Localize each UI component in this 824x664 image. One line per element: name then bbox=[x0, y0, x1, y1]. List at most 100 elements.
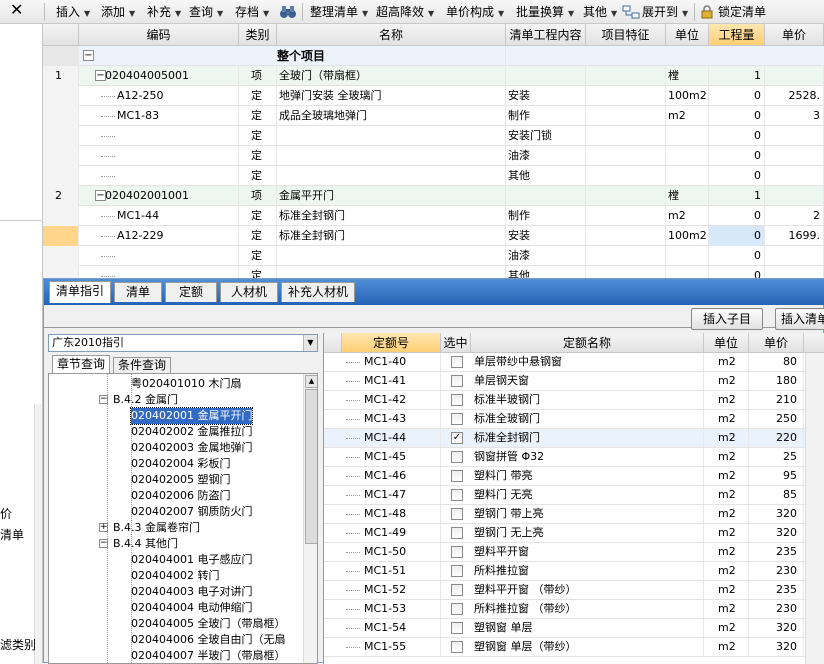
feature-cell[interactable] bbox=[586, 186, 666, 206]
row-number-cell[interactable] bbox=[43, 146, 79, 166]
quota-name-cell[interactable]: 塑钢门 带上亮 bbox=[471, 505, 704, 523]
expand-icon[interactable]: + bbox=[99, 523, 108, 532]
tree-item-node[interactable]: 020402004 彩板门 bbox=[131, 456, 230, 472]
quota-code-cell[interactable]: MC1-44 bbox=[342, 429, 441, 447]
quantity-cell[interactable]: 0 bbox=[709, 106, 765, 126]
table-row[interactable]: 2 020402001001 项金属平开门樘 1− bbox=[43, 186, 824, 206]
quota-unit-cell[interactable]: m2 bbox=[704, 562, 749, 580]
feature-cell[interactable] bbox=[586, 66, 666, 86]
tree-item-node[interactable]: 020402002 金属推拉门 bbox=[131, 424, 252, 440]
price-cell[interactable]: 2528. bbox=[765, 86, 824, 106]
feature-cell[interactable] bbox=[586, 226, 666, 246]
row-number-cell[interactable] bbox=[43, 266, 79, 278]
batch-convert-menu[interactable]: 批量换算 ▼ bbox=[516, 4, 574, 20]
unit-cell[interactable] bbox=[666, 126, 709, 146]
quota-code-cell[interactable]: MC1-55 bbox=[342, 638, 441, 656]
archive-menu[interactable]: 存档 ▼ bbox=[235, 4, 269, 20]
quota-row[interactable]: MC1-48 塑钢门 带上亮 m2 320 bbox=[324, 505, 824, 524]
row-number-cell[interactable] bbox=[43, 206, 79, 226]
quota-code-cell[interactable]: MC1-53 bbox=[342, 600, 441, 618]
table-row[interactable]: 定 安装门锁 0 bbox=[43, 126, 824, 146]
quota-name-cell[interactable]: 单层钢天窗 bbox=[471, 372, 704, 390]
quota-price-cell[interactable]: 235 bbox=[749, 581, 804, 599]
quota-row[interactable]: MC1-55 塑钢窗 单层（带纱） m2 320 bbox=[324, 638, 824, 657]
select-checkbox[interactable] bbox=[451, 413, 463, 425]
tree-item-node[interactable]: 粤020401010 木门扇 bbox=[131, 376, 241, 392]
quota-name-cell[interactable]: 塑料门 带亮 bbox=[471, 467, 704, 485]
quota-unit-cell[interactable]: m2 bbox=[704, 486, 749, 504]
quota-unit-cell[interactable]: m2 bbox=[704, 372, 749, 390]
tree-item-node[interactable]: 020402005 塑钢门 bbox=[131, 472, 230, 488]
select-checkbox[interactable] bbox=[451, 565, 463, 577]
quantity-cell[interactable]: 0 bbox=[709, 86, 765, 106]
tree-item-node[interactable]: 020402007 钢质防火门 bbox=[131, 504, 252, 520]
name-cell[interactable]: 金属平开门 bbox=[277, 186, 506, 206]
price-cell[interactable] bbox=[765, 66, 824, 86]
quota-code-cell[interactable]: MC1-42 bbox=[342, 391, 441, 409]
category-cell[interactable]: 项 bbox=[239, 186, 277, 206]
qgrid-header-price[interactable]: 单价 bbox=[749, 333, 804, 353]
quota-unit-cell[interactable]: m2 bbox=[704, 638, 749, 656]
quota-price-cell[interactable]: 220 bbox=[749, 429, 804, 447]
select-checkbox[interactable] bbox=[451, 508, 463, 520]
tree-scrollbar[interactable]: ▲ bbox=[303, 374, 317, 663]
quota-unit-cell[interactable]: m2 bbox=[704, 429, 749, 447]
quota-name-cell[interactable]: 塑料平开窗 bbox=[471, 543, 704, 561]
category-cell[interactable]: 定 bbox=[239, 86, 277, 106]
insert-sub-item-button[interactable]: 插入子目 bbox=[691, 308, 763, 330]
price-cell[interactable] bbox=[765, 266, 824, 278]
quota-unit-cell[interactable]: m2 bbox=[704, 448, 749, 466]
quota-code-cell[interactable]: MC1-47 bbox=[342, 486, 441, 504]
tab-supplement-materials[interactable]: 补充人材机 bbox=[281, 282, 355, 302]
insert-menu[interactable]: 插入 ▼ bbox=[56, 4, 90, 20]
unit-cell[interactable] bbox=[666, 246, 709, 266]
quota-row[interactable]: MC1-42 标准半玻钢门 m2 210 bbox=[324, 391, 824, 410]
tree-item-node[interactable]: 020404001 电子感应门 bbox=[131, 552, 252, 568]
tree-item-node[interactable]: 020404002 转门 bbox=[131, 568, 219, 584]
tree-item-node[interactable]: 020402006 防盗门 bbox=[131, 488, 230, 504]
select-checkbox[interactable] bbox=[451, 489, 463, 501]
tree-item-node[interactable]: 020402001 金属平开门 bbox=[129, 407, 254, 425]
quota-unit-cell[interactable]: m2 bbox=[704, 391, 749, 409]
content-cell[interactable] bbox=[506, 66, 586, 86]
add-menu[interactable]: 添加 ▼ bbox=[101, 4, 135, 20]
unit-cell[interactable]: m2 bbox=[666, 106, 709, 126]
quota-code-cell[interactable]: MC1-49 bbox=[342, 524, 441, 542]
tree-chapter-node[interactable]: B.4.2 金属门 bbox=[113, 392, 178, 408]
quota-row[interactable]: MC1-49 塑钢门 无上亮 m2 320 bbox=[324, 524, 824, 543]
grid-header-quantity[interactable]: 工程量 bbox=[709, 24, 765, 46]
quota-row[interactable]: MC1-54 塑钢窗 单层 m2 320 bbox=[324, 619, 824, 638]
select-checkbox[interactable] bbox=[451, 394, 463, 406]
quota-name-cell[interactable]: 标准全封钢门 bbox=[471, 429, 704, 447]
quota-row[interactable]: MC1-45 钢窗拼管 Φ32 m2 25 bbox=[324, 448, 824, 467]
table-row[interactable]: 1 020404005001 项全玻门（带扇框）樘 1− bbox=[43, 66, 824, 86]
quota-price-cell[interactable]: 95 bbox=[749, 467, 804, 485]
subtab-chapter[interactable]: 章节查询 bbox=[52, 355, 110, 373]
content-cell[interactable]: 制作 bbox=[506, 106, 586, 126]
name-cell[interactable]: 标准全封钢门 bbox=[277, 206, 506, 226]
quota-price-cell[interactable]: 320 bbox=[749, 524, 804, 542]
query-menu[interactable]: 查询 ▼ bbox=[189, 4, 223, 20]
unit-cell[interactable] bbox=[666, 166, 709, 186]
price-cell[interactable] bbox=[765, 246, 824, 266]
category-cell[interactable]: 定 bbox=[239, 226, 277, 246]
quantity-cell[interactable]: 0 bbox=[709, 206, 765, 226]
quota-name-cell[interactable]: 塑料门 无亮 bbox=[471, 486, 704, 504]
select-checkbox[interactable] bbox=[451, 527, 463, 539]
price-cell[interactable] bbox=[765, 186, 824, 206]
price-cell[interactable]: 3 bbox=[765, 106, 824, 126]
grid-header-code[interactable]: 编码 bbox=[79, 24, 239, 46]
feature-cell[interactable] bbox=[586, 166, 666, 186]
unit-cell[interactable]: 100m2 bbox=[666, 86, 709, 106]
quota-code-cell[interactable]: MC1-41 bbox=[342, 372, 441, 390]
row-number-cell[interactable] bbox=[43, 106, 79, 126]
category-cell[interactable]: 定 bbox=[239, 146, 277, 166]
tree-item-node[interactable]: 020404006 全玻自由门（无扇 bbox=[131, 632, 285, 648]
binoculars-icon[interactable] bbox=[279, 5, 297, 19]
name-cell[interactable]: 标准全封钢门 bbox=[277, 226, 506, 246]
table-row[interactable]: 定 油漆 0 bbox=[43, 146, 824, 166]
region-select[interactable]: 广东2010指引 ▼ bbox=[48, 334, 318, 352]
quota-code-cell[interactable]: MC1-45 bbox=[342, 448, 441, 466]
select-checkbox[interactable] bbox=[451, 546, 463, 558]
row-number-cell[interactable] bbox=[43, 166, 79, 186]
